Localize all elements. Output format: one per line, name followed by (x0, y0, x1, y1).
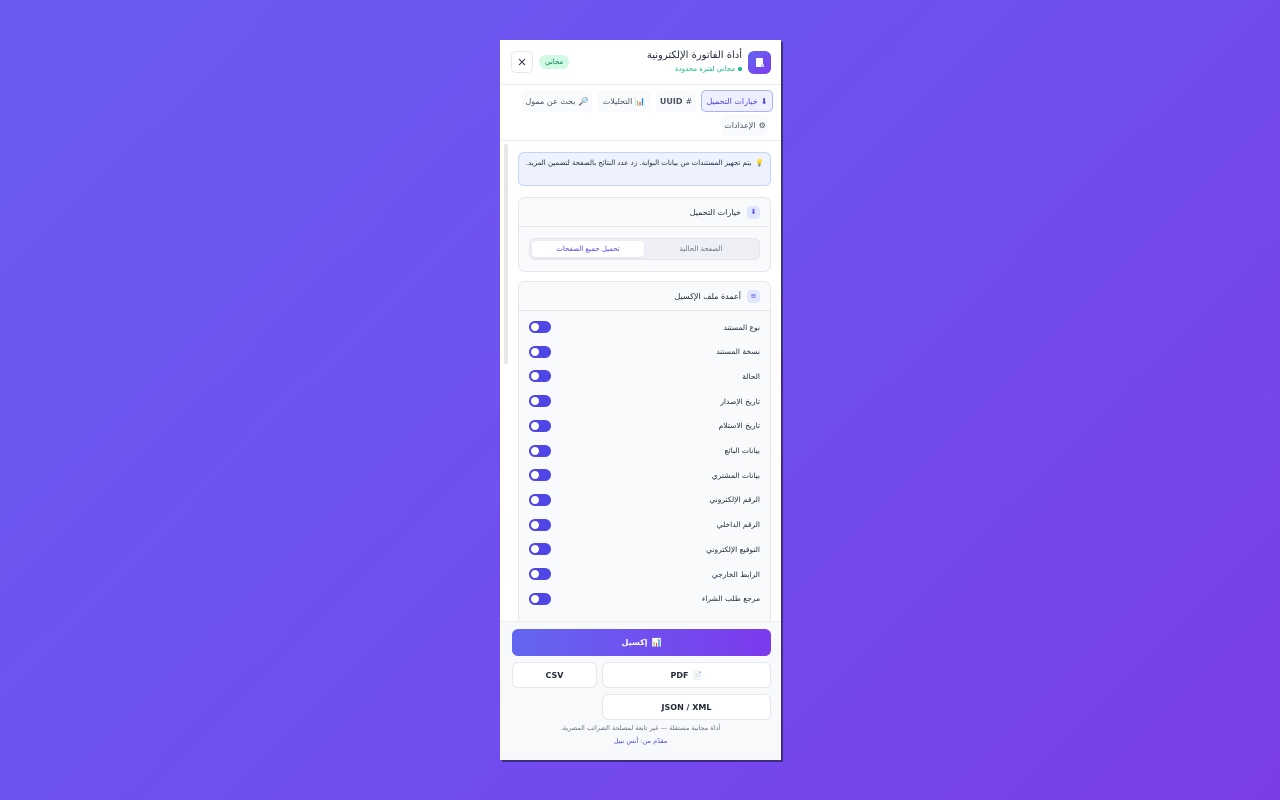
column-toggle-row[interactable]: مرجع طلب الشراء (529, 592, 760, 606)
download-options-header: ⬇ خيارات التحميل (519, 198, 770, 227)
column-toggle-label: نسخة المستند (716, 347, 760, 357)
column-toggle-label: الحالة (742, 371, 760, 381)
column-toggle-switch[interactable] (529, 518, 551, 531)
column-toggle-row[interactable]: الرقم الإلكتروني (529, 493, 760, 507)
export-excel-button[interactable]: 📊 إكسيل (512, 629, 771, 656)
column-toggle-row[interactable]: الحالة (529, 369, 760, 383)
column-toggle-row[interactable]: بيانات البائع (529, 444, 760, 458)
chart-icon: 📊 (635, 96, 646, 106)
free-badge: مجاني (539, 55, 570, 69)
column-toggle-label: تاريخ الإصدار (720, 396, 760, 406)
lightbulb-icon: 💡 (755, 159, 764, 167)
download-icon: ⬇ (760, 96, 768, 106)
toggle-knob (531, 347, 539, 356)
column-toggle-label: بيانات البائع (724, 446, 760, 455)
column-toggle-row[interactable]: تاريخ الاستلام (529, 419, 760, 433)
document-icon: 📄 (692, 670, 703, 680)
excel-columns-header: ≡ أعمدة ملف الإكسيل (519, 282, 770, 311)
column-toggle-switch[interactable] (529, 469, 551, 482)
column-toggle-switch[interactable] (529, 345, 551, 358)
toggle-knob (531, 446, 539, 455)
panel-header: أداة الفاتورة الإلكترونية مجاني لفترة مح… (500, 40, 781, 85)
excel-columns-card: ≡ أعمدة ملف الإكسيل نوع المستند نسخة المس… (518, 281, 771, 622)
search-icon: 🔎 (578, 96, 589, 106)
download-scope-segmented: الصفحة الحالية تحميل جميع الصفحات (529, 238, 760, 260)
column-toggle-label: تاريخ الاستلام (718, 421, 760, 431)
tab-search-taxpayer[interactable]: 🔎 بحث عن ممول (522, 90, 592, 112)
info-banner: 💡 يتم تجهيز المستندات من بيانات البوابة.… (518, 152, 771, 186)
chart-icon: 📊 (651, 638, 662, 647)
column-toggle-switch[interactable] (529, 543, 551, 556)
toggle-knob (531, 323, 539, 331)
column-toggle-switch[interactable] (529, 419, 551, 432)
option-current-page[interactable]: الصفحة الحالية (645, 241, 757, 257)
invoice-logo-icon (748, 51, 771, 74)
toggle-knob (531, 520, 539, 529)
option-all-pages[interactable]: تحميل جميع الصفحات (532, 241, 644, 257)
disclaimer-text: أداة مجانية مستقلة — غير تابعة لمصلحة ال… (560, 724, 721, 732)
toggle-knob (531, 570, 539, 578)
column-toggle-switch[interactable] (529, 568, 551, 580)
download-options-card: ⬇ خيارات التحميل الصفحة الحالية تحميل جم… (518, 197, 771, 272)
column-toggle-switch[interactable] (529, 370, 551, 383)
toggle-knob (531, 421, 539, 430)
column-toggle-label: مرجع طلب الشراء (701, 594, 760, 604)
tab-bar: ⬇ خيارات التحميل # UUID 📊 التحليلات 🔎 بح… (500, 88, 781, 141)
column-toggle-row[interactable]: التوقيع الإلكتروني (529, 542, 760, 556)
column-toggle-row[interactable]: الرقم الداخلي (529, 518, 760, 532)
tab-analytics[interactable]: 📊 التحليلات (597, 90, 651, 112)
column-toggle-label: الرقم الداخلي (716, 520, 760, 530)
toggle-knob (531, 594, 539, 603)
column-toggle-switch[interactable] (529, 321, 551, 333)
toggle-knob (531, 372, 539, 381)
credit-link[interactable]: مقدّم من: أنس نبيل (500, 737, 781, 745)
column-toggle-switch[interactable] (529, 444, 551, 457)
list-icon: ≡ (747, 289, 760, 303)
content-area[interactable]: 💡 يتم تجهيز المستندات من بيانات البوابة.… (504, 144, 781, 622)
app-title: أداة الفاتورة الإلكترونية (646, 50, 742, 61)
column-toggle-switch[interactable] (529, 493, 551, 506)
export-footer: 📊 إكسيل 📄 PDF CSV JSON / XML أداة مجانية… (500, 621, 781, 760)
column-toggle-switch[interactable] (529, 395, 551, 408)
column-toggle-label: التوقيع الإلكتروني (706, 544, 760, 554)
column-toggle-row[interactable]: بيانات المشتري (529, 468, 760, 482)
column-toggle-label: الرابط الخارجي (711, 569, 760, 579)
column-toggle-switch[interactable] (529, 592, 551, 605)
close-button[interactable] (511, 51, 533, 73)
gear-icon: ⚙ (758, 120, 766, 130)
column-toggle-row[interactable]: نسخة المستند (529, 345, 760, 359)
toggle-knob (531, 545, 539, 554)
app-subtitle: مجاني لفترة محدودة (675, 65, 742, 73)
export-csv-button[interactable]: CSV (512, 662, 597, 688)
column-toggle-label: نوع المستند (723, 322, 760, 332)
download-icon: ⬇ (747, 205, 760, 219)
column-toggle-row[interactable]: نوع المستند (529, 320, 760, 334)
extension-panel: أداة الفاتورة الإلكترونية مجاني لفترة مح… (500, 40, 781, 760)
toggle-knob (531, 397, 539, 406)
toggle-knob (531, 495, 539, 504)
tab-settings[interactable]: ⚙ الإعدادات (722, 114, 768, 136)
column-toggle-label: الرقم الإلكتروني (709, 495, 760, 505)
export-json-xml-button[interactable]: JSON / XML (602, 694, 771, 720)
hash-icon: # (685, 96, 693, 106)
scrollbar[interactable] (504, 144, 508, 364)
column-toggle-label: بيانات المشتري (711, 470, 760, 480)
column-toggle-row[interactable]: الرابط الخارجي (529, 567, 760, 581)
toggle-knob (531, 471, 539, 480)
tab-download-options[interactable]: ⬇ خيارات التحميل (701, 90, 773, 112)
close-icon (518, 58, 526, 66)
column-toggle-row[interactable]: تاريخ الإصدار (529, 394, 760, 408)
tab-uuid[interactable]: # UUID (656, 90, 696, 112)
export-pdf-button[interactable]: 📄 PDF (602, 662, 771, 688)
status-dot-icon (738, 67, 742, 71)
